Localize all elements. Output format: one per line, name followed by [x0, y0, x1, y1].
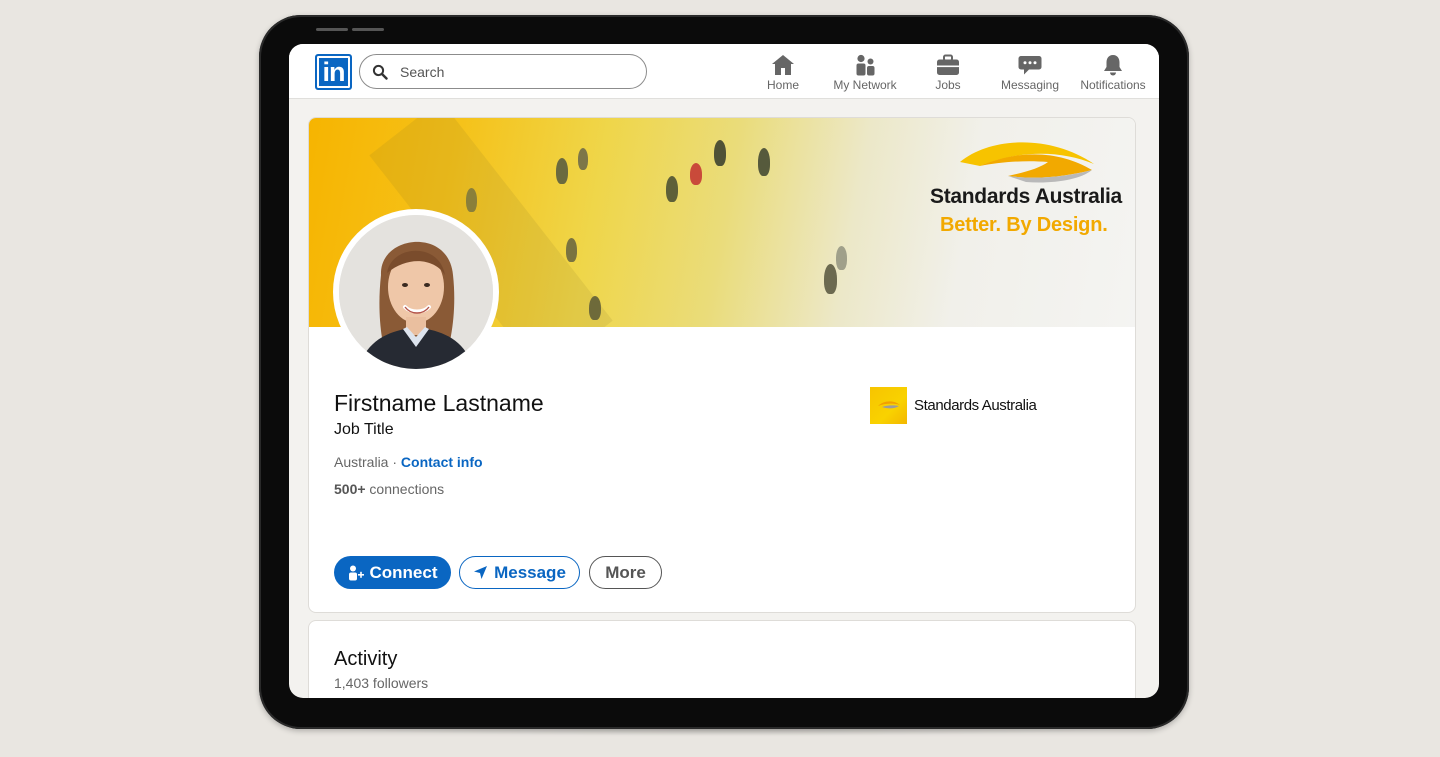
- banner-figure: [578, 148, 588, 170]
- nav-jobs[interactable]: Jobs: [925, 52, 971, 94]
- connect-button[interactable]: Connect: [334, 556, 451, 589]
- search-input[interactable]: [400, 61, 630, 83]
- profile-avatar[interactable]: [333, 209, 499, 375]
- send-icon: [474, 566, 488, 579]
- search-box[interactable]: [359, 54, 647, 89]
- company-swoosh-icon: [878, 401, 900, 409]
- nav-home-label: Home: [766, 78, 799, 92]
- nav-my-network[interactable]: My Network: [828, 52, 902, 94]
- chat-icon: [1018, 56, 1042, 75]
- banner-figure: [836, 246, 847, 270]
- nav-notifications[interactable]: Notifications: [1075, 52, 1151, 94]
- activity-followers: 1,403 followers: [334, 675, 429, 691]
- profile-name: Firstname Lastname: [334, 390, 544, 416]
- banner-figure: [556, 158, 568, 184]
- location-separator: ·: [388, 454, 401, 470]
- briefcase-icon: [937, 54, 959, 75]
- tablet-volume-button: [352, 28, 384, 31]
- company-logo: [870, 387, 907, 424]
- banner-org-name: Standards Australia: [930, 185, 1122, 208]
- activity-title: Activity: [334, 648, 398, 670]
- banner-figure: [690, 163, 702, 185]
- nav-home[interactable]: Home: [759, 52, 807, 94]
- linkedin-logo[interactable]: in: [315, 54, 352, 90]
- top-nav: in Home: [289, 44, 1159, 99]
- tablet-volume-button: [316, 28, 348, 31]
- connect-button-label: Connect: [369, 562, 438, 582]
- banner-figure: [714, 140, 726, 166]
- profile-connections[interactable]: 500+ connections: [334, 481, 444, 497]
- contact-info-link[interactable]: Contact info: [401, 454, 483, 470]
- tablet-screen: in Home: [289, 44, 1159, 698]
- nav-my-network-label: My Network: [833, 78, 897, 92]
- more-button-label: More: [605, 562, 646, 582]
- banner-figure: [589, 296, 601, 320]
- search-icon: [372, 64, 388, 80]
- bell-icon: [1104, 55, 1122, 76]
- activity-card: Activity 1,403 followers: [308, 620, 1136, 698]
- company-name: Standards Australia: [914, 397, 1037, 414]
- profile-job-title: Job Title: [334, 421, 394, 438]
- nav-messaging[interactable]: Messaging: [997, 52, 1063, 94]
- banner-figure: [824, 264, 837, 294]
- banner-figure: [466, 188, 477, 212]
- message-button-label: Message: [494, 562, 566, 582]
- nav-notifications-label: Notifications: [1080, 78, 1146, 92]
- profile-photo: [339, 215, 493, 369]
- network-icon: [856, 54, 875, 76]
- connections-label: connections: [365, 481, 445, 497]
- current-company[interactable]: Standards Australia: [870, 387, 1037, 424]
- profile-location: Australia: [334, 454, 389, 470]
- banner-figure: [758, 148, 770, 176]
- message-button[interactable]: Message: [459, 556, 580, 589]
- banner-figure: [666, 176, 678, 202]
- add-person-icon: [348, 565, 364, 580]
- home-icon: [772, 55, 794, 75]
- profile-location-line: Australia · Contact info: [334, 454, 483, 470]
- banner-figure: [566, 238, 577, 262]
- nav-jobs-label: Jobs: [935, 78, 961, 92]
- connections-count: 500+: [334, 481, 366, 497]
- more-button[interactable]: More: [589, 556, 662, 589]
- profile-card: Standards Australia Better. By Design. F…: [308, 117, 1136, 613]
- nav-messaging-label: Messaging: [1000, 78, 1060, 92]
- banner-tagline: Better. By Design.: [940, 214, 1108, 236]
